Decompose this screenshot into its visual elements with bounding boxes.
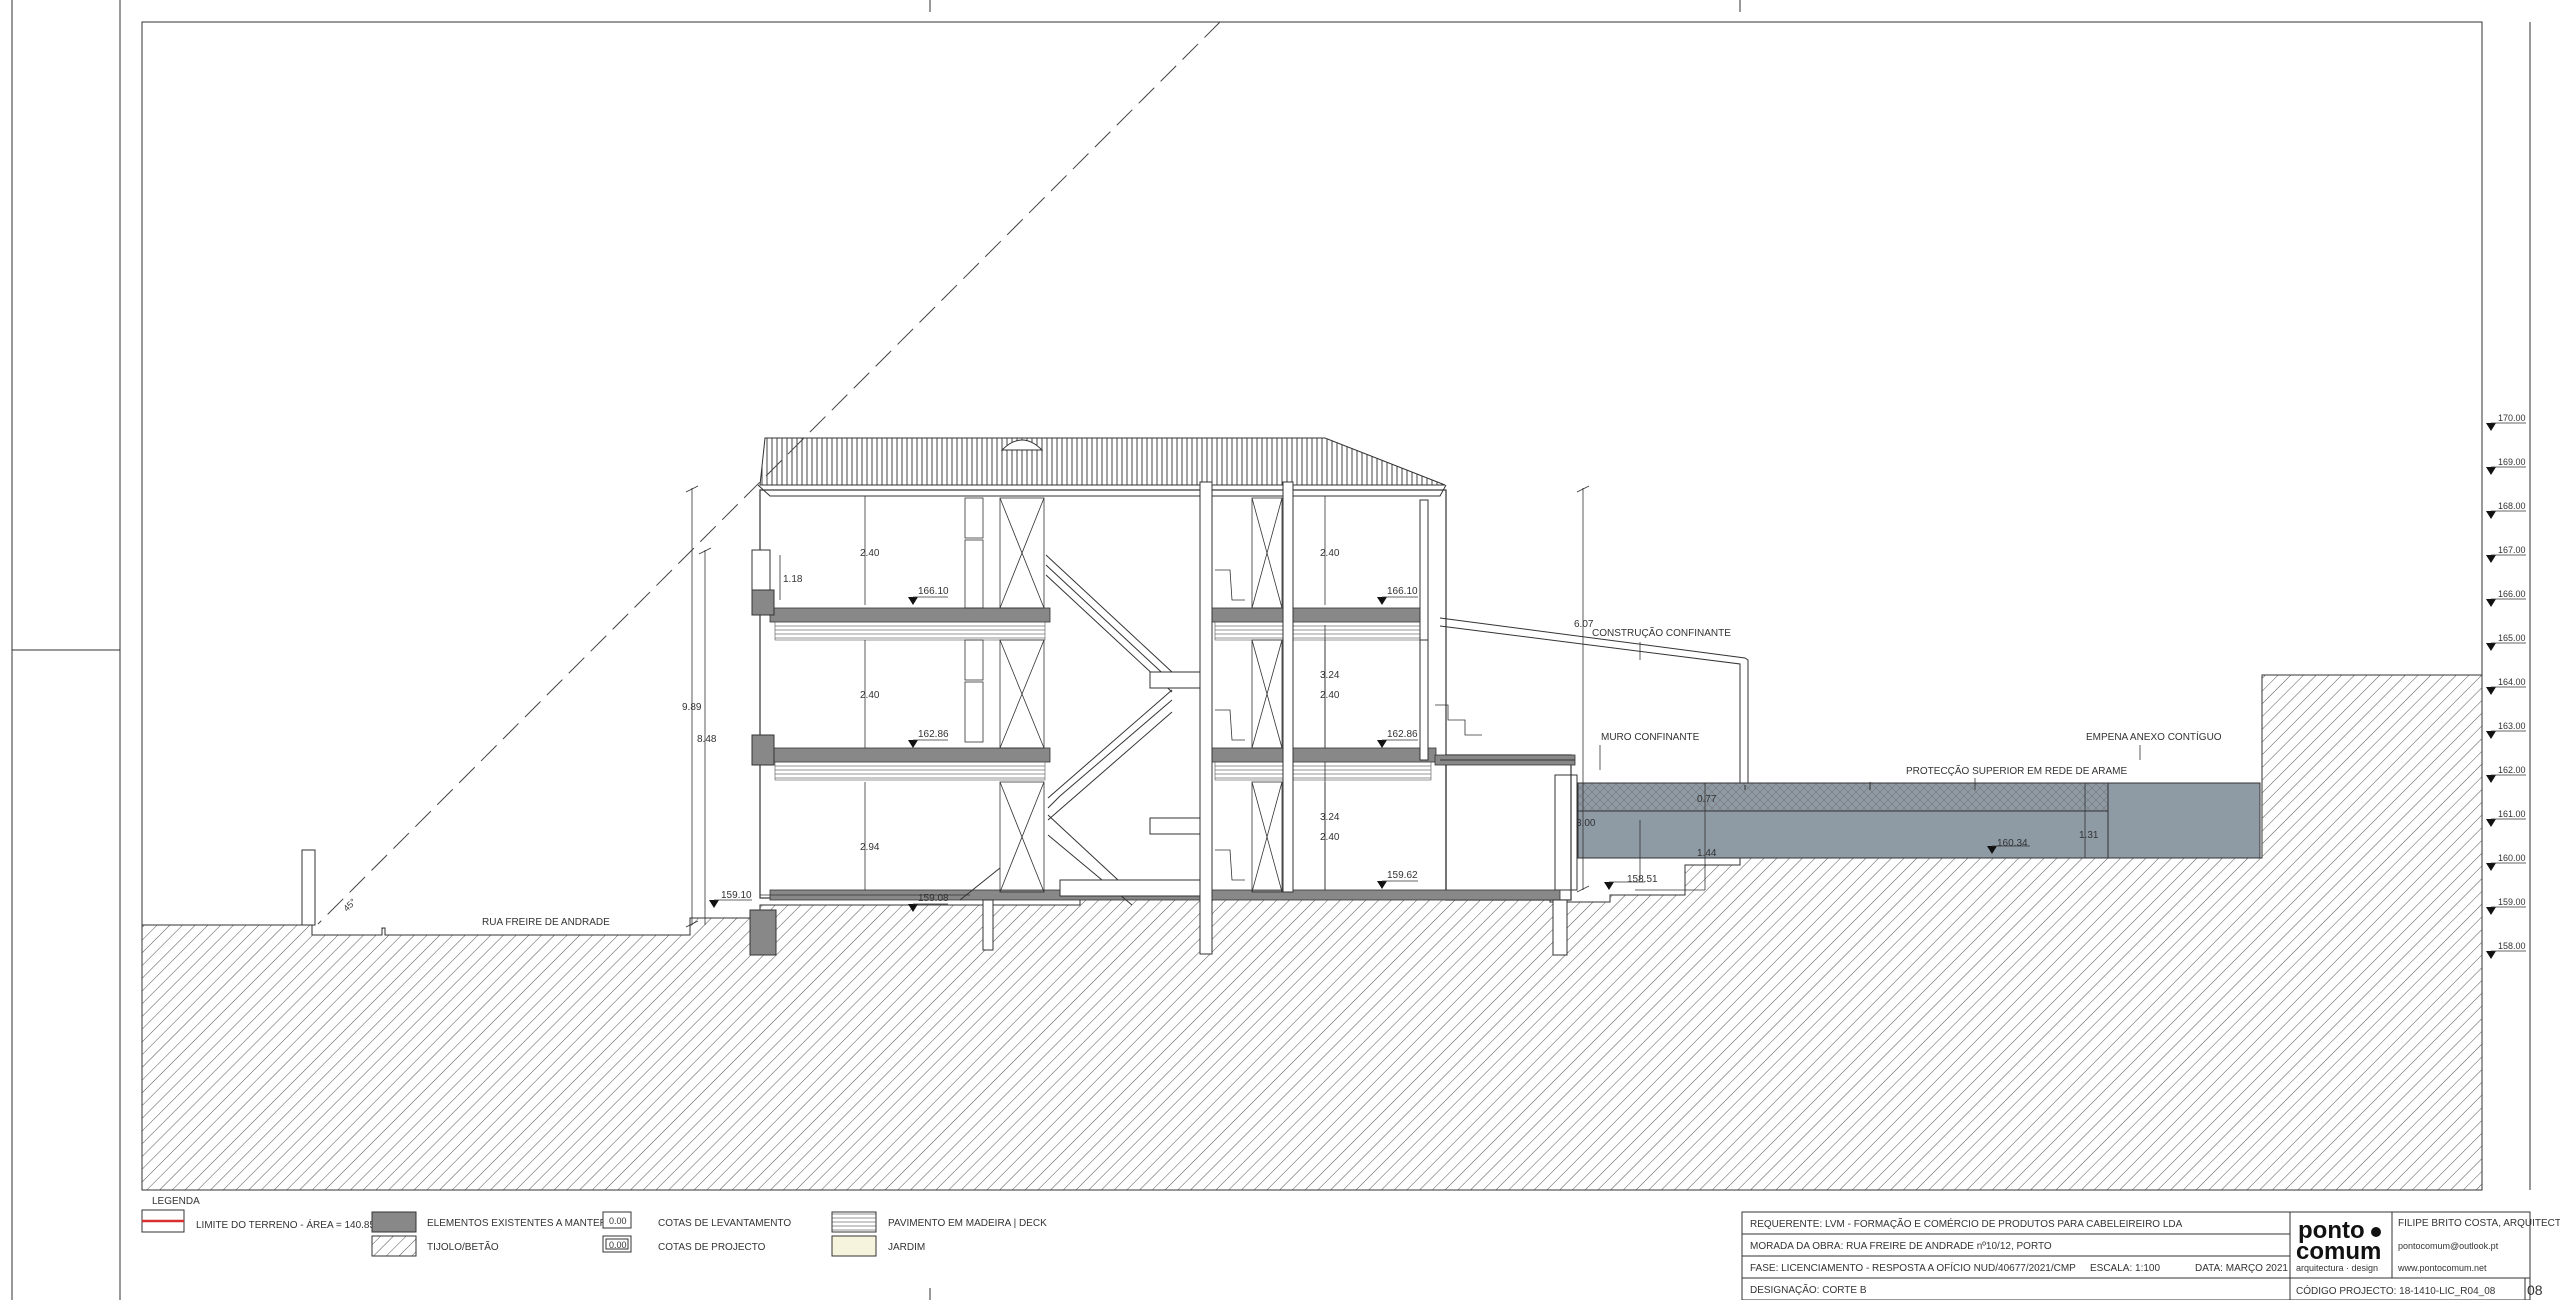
dim-label: 3.00 [1576,818,1596,829]
level-marker [2486,863,2496,871]
legend-pavimento-swatch [831,1211,877,1233]
legend-tijolo-swatch [371,1235,417,1257]
roof [757,437,1447,497]
level-label: 168.00 [2498,501,2526,511]
legend-limite: LIMITE DO TERRENO - ÁREA = 140.85m2 [196,1218,389,1231]
legend-pavimento: PAVIMENTO EM MADEIRA | DECK [888,1218,1047,1229]
dim-label: 0.77 [1697,794,1717,805]
level-marker [2486,687,2496,695]
level-label: 165.00 [2498,633,2526,643]
tb-codigo: CÓDIGO PROJECTO: 18-1410-LIC_R04_08 [2296,1284,2496,1297]
legend-jardim-swatch [831,1235,877,1257]
dim-label: 3.24 [1320,812,1340,823]
dim-label: 2.40 [1320,548,1340,559]
legend-cota-proj: COTAS DE PROJECTO [658,1242,766,1253]
dim-label: 2.94 [860,842,880,853]
level-label: 162.00 [2498,765,2526,775]
tb-fase: FASE: LICENCIAMENTO - RESPOSTA A OFÍCIO … [1750,1261,2076,1274]
tb-requerente: REQUERENTE: LVM - FORMAÇÃO E COMÉRCIO DE… [1750,1217,2183,1230]
level-label: 167.00 [2498,545,2526,555]
level-marker [2486,775,2496,783]
height-8-48: 8.48 [697,734,717,745]
legend-cota-proj-value: 0.00 [609,1240,627,1250]
tb-sheet: 08 [2527,1282,2543,1298]
note-construcao: CONSTRUÇÃO CONFINANTE [1592,626,1731,639]
legend-elementos: ELEMENTOS EXISTENTES A MANTER [427,1218,607,1229]
street-level: 159.10 [721,890,752,901]
logo-comum: comum [2296,1238,2381,1265]
dim-label: 2.40 [1320,832,1340,843]
tb-escala: ESCALA: 1:100 [2090,1263,2160,1274]
level-marker [2486,731,2496,739]
level-label: 159.08 [918,893,949,904]
level-marker [2486,467,2496,475]
level-marker [2486,907,2496,915]
legend-tijolo: TIJOLO/BETÃO [427,1240,499,1253]
level-label: 164.00 [2498,677,2526,687]
tb-designacao: DESIGNAÇÃO: CORTE B [1750,1283,1867,1296]
stairs [959,554,1201,906]
legend-title: LEGENDA [152,1196,200,1207]
level-marker [2486,423,2496,431]
dim-label: 2.40 [860,690,880,701]
dim-label: 1.31 [2079,830,2099,841]
level-label: 160.34 [1997,838,2028,849]
title-block-text: REQUERENTE: LVM - FORMAÇÃO E COMÉRCIO DE… [1750,1217,2560,1298]
floor-slabs [769,607,1576,901]
muro-wall [1554,774,1578,891]
level-label: 170.00 [2498,413,2526,423]
level-marker [2486,555,2496,563]
level-label: 159.62 [1387,870,1418,881]
legend-cota-lev: COTAS DE LEVANTAMENTO [658,1218,791,1229]
dim-label: 2.40 [860,548,880,559]
street-label: RUA FREIRE DE ANDRADE [482,917,610,928]
logo-sub: arquitectura · design [2296,1263,2378,1273]
section-drawing: RUA FREIRE DE ANDRADE 45° 159.10 9.89 8.… [11,0,2560,1300]
level-label: 162.86 [1387,729,1418,740]
legend-elementos-swatch [371,1211,417,1233]
tb-data: DATA: MARÇO 2021 [2195,1263,2288,1274]
angle-label: 45° [341,896,358,913]
level-marker [2486,819,2496,827]
level-label: 158.00 [2498,941,2526,951]
dim-label: 3.24 [1320,670,1340,681]
tb-arquitecto: FILIPE BRITO COSTA, ARQUITECTO [2398,1218,2560,1229]
pool-net-band [1577,782,2109,812]
level-ruler: 170.00 169.00 168.00 167.00 166.00 165.00 164.… [2486,413,2526,959]
height-6-07: 6.07 [1574,619,1594,630]
dim-label: 1.18 [783,574,803,585]
level-marker [2486,599,2496,607]
level-label: 166.10 [1387,586,1418,597]
level-label: 162.86 [918,729,949,740]
dim-label: 2.40 [1320,690,1340,701]
level-marker [2486,511,2496,519]
note-empena: EMPENA ANEXO CONTÍGUO [2086,730,2222,743]
tb-web: www.pontocomum.net [2397,1263,2487,1273]
level-label: 166.00 [2498,589,2526,599]
level-label: 158.51 [1627,874,1658,885]
dim-label: 1.44 [1697,848,1717,859]
note-proteccao: PROTECÇÃO SUPERIOR EM REDE DE ARAME [1906,764,2127,777]
note-muro: MURO CONFINANTE [1601,732,1700,743]
level-marker [2486,643,2496,651]
empena-wall [2107,782,2261,859]
level-marker [2486,951,2496,959]
level-label: 159.00 [2498,897,2526,907]
logo-dot [2371,1227,2381,1237]
level-label: 160.00 [2498,853,2526,863]
legend-jardim: JARDIM [888,1242,925,1253]
street-post [301,849,316,926]
height-9-89: 9.89 [682,702,702,713]
level-label: 161.00 [2498,809,2526,819]
level-label: 163.00 [2498,721,2526,731]
legend: LEGENDA LIMITE DO TERRENO - ÁREA = 140.8… [141,1196,1047,1257]
legend-cota-lev-value: 0.00 [609,1216,627,1226]
level-label: 166.10 [918,586,949,597]
tb-email: pontocomum@outlook.pt [2398,1241,2499,1251]
level-label: 169.00 [2498,457,2526,467]
tb-morada: MORADA DA OBRA: RUA FREIRE DE ANDRADE nº… [1750,1241,2052,1252]
